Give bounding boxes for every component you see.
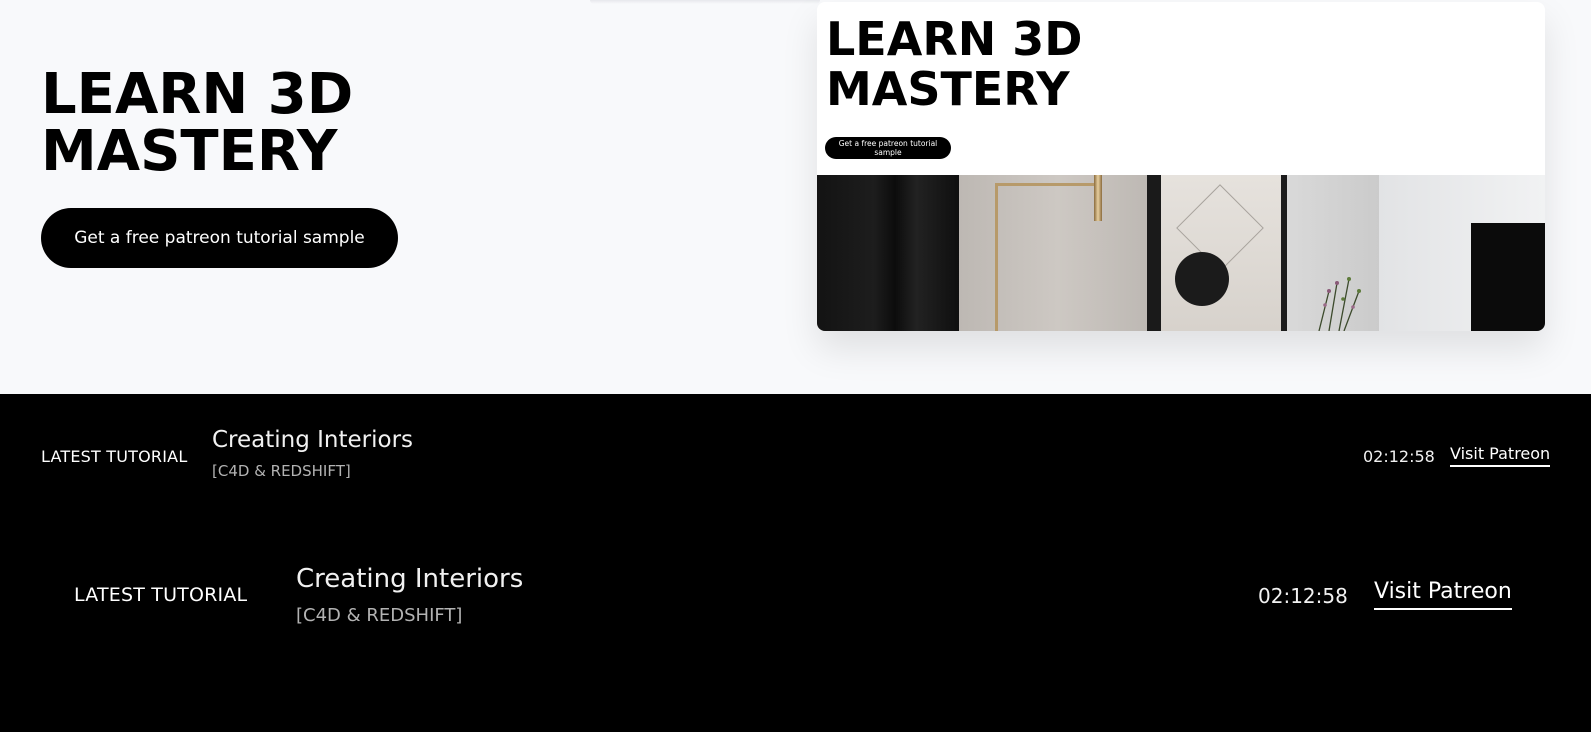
hero-title: LEARN 3D MASTERY — [41, 66, 353, 180]
lamp-pendant — [1094, 175, 1102, 221]
black-cabinet — [1471, 223, 1545, 331]
tutorial-subtitle: [C4D & REDSHIFT] — [296, 605, 463, 626]
tutorial-duration: 02:12:58 — [1258, 584, 1348, 608]
lamp-arm — [995, 183, 1095, 186]
tutorial-title: Creating Interiors — [296, 564, 524, 594]
art-black-circle — [1175, 252, 1229, 306]
latest-tutorial-label: LATEST TUTORIAL — [41, 447, 188, 466]
hero-preview-card: LEARN 3D MASTERY Get a free patreon tuto… — [817, 2, 1545, 331]
nav-shadow-strip — [590, 0, 820, 4]
tutorial-duration: 02:12:58 — [1363, 447, 1435, 466]
latest-tutorial-band: LATEST TUTORIAL Creating Interiors [C4D … — [0, 394, 1591, 732]
latest-tutorial-label: LATEST TUTORIAL — [74, 584, 248, 606]
art-frame-left — [1147, 175, 1161, 331]
preview-free-sample-button[interactable]: Get a free patreon tutorial sample — [825, 137, 951, 159]
plant-branch-icon — [1318, 277, 1361, 331]
free-sample-button[interactable]: Get a free patreon tutorial sample — [41, 208, 398, 268]
visit-patreon-link[interactable]: Visit Patreon — [1374, 579, 1512, 610]
hero-section: LEARN 3D MASTERY Get a free patreon tuto… — [0, 0, 1591, 394]
wall-surface — [959, 175, 1157, 331]
tutorial-subtitle: [C4D & REDSHIFT] — [212, 462, 351, 480]
visit-patreon-link[interactable]: Visit Patreon — [1450, 444, 1551, 467]
preview-title-line-2: MASTERY — [826, 62, 1070, 116]
interior-render-image — [817, 175, 1545, 331]
hero-title-line-1: LEARN 3D — [41, 62, 354, 127]
preview-title: LEARN 3D MASTERY — [826, 14, 1082, 114]
preview-title-line-1: LEARN 3D — [826, 12, 1083, 66]
lamp-pole — [995, 183, 998, 331]
tutorial-title: Creating Interiors — [212, 427, 414, 453]
hero-title-line-2: MASTERY — [41, 119, 338, 184]
dark-wood-panel — [817, 175, 959, 331]
